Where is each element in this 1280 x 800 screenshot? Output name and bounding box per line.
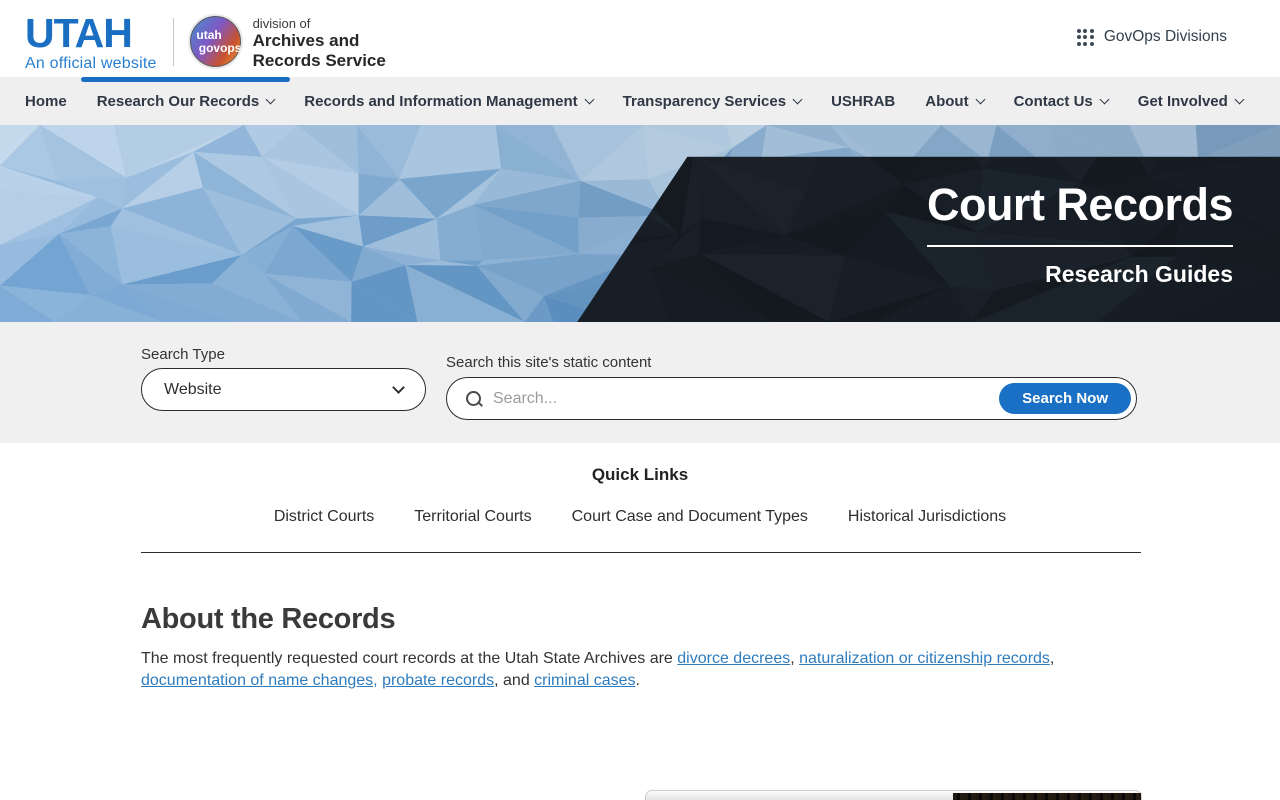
link-probate-records[interactable]: probate records [382, 672, 494, 689]
search-section: Search Type Website Search this site's s… [0, 322, 1280, 443]
nav-item-label: About [925, 93, 968, 110]
page: UTAH An official website utah govops div… [0, 0, 1280, 800]
division-wordmark: division of Archives and Records Service [253, 16, 386, 71]
division-name-line2: Records Service [253, 51, 386, 71]
hero-banner: Court Records Research Guides [0, 125, 1280, 322]
page-title: Court Records [927, 180, 1233, 230]
official-website-tagline: An official website [25, 55, 157, 73]
quick-link-territorial-courts[interactable]: Territorial Courts [414, 508, 531, 526]
link-criminal-cases[interactable]: criminal cases [534, 672, 635, 689]
below-fold-image-dark-region [953, 793, 1141, 800]
main-nav: Home Research Our Records Records and Info… [0, 77, 1280, 125]
chevron-down-icon [1099, 95, 1109, 105]
govops-badge-text-1: utah [196, 29, 221, 41]
link-divorce-decrees[interactable]: divorce decrees [677, 650, 790, 667]
quick-link-historical-jurisdictions[interactable]: Historical Jurisdictions [848, 508, 1006, 526]
about-paragraph: The most frequently requested court reco… [141, 648, 1123, 692]
chevron-down-icon [584, 95, 594, 105]
govops-badge-text-2: govops [199, 42, 242, 54]
utah-logo[interactable]: UTAH An official website [25, 14, 157, 73]
brand-block[interactable]: UTAH An official website utah govops div… [0, 4, 386, 73]
chevron-down-icon [1234, 95, 1244, 105]
nav-item-contact-us[interactable]: Contact Us [1014, 77, 1108, 125]
nav-item-about[interactable]: About [925, 77, 983, 125]
govops-divisions-label: GovOps Divisions [1104, 28, 1227, 46]
quick-links-title: Quick Links [0, 465, 1280, 485]
utah-logo-text: UTAH [25, 14, 157, 53]
quick-link-district-courts[interactable]: District Courts [274, 508, 374, 526]
nav-item-label: Records and Information Management [304, 93, 577, 110]
govops-divisions-button[interactable]: GovOps Divisions [1077, 28, 1227, 46]
search-input[interactable] [493, 390, 1018, 408]
chevron-down-icon [793, 95, 803, 105]
grid-dots-icon [1077, 29, 1094, 46]
nav-item-label: Transparency Services [623, 93, 786, 110]
nav-item-label: Get Involved [1138, 93, 1228, 110]
about-heading: About the Records [141, 603, 1125, 636]
search-now-button[interactable]: Search Now [999, 383, 1131, 414]
nav-item-get-involved[interactable]: Get Involved [1138, 77, 1243, 125]
utah-govops-logo: utah govops [188, 14, 243, 69]
chevron-down-icon [975, 95, 985, 105]
search-type-select[interactable]: Website [141, 368, 426, 411]
below-fold-image [645, 790, 1142, 800]
search-type-value: Website [164, 381, 222, 399]
nav-item-research-our-records[interactable]: Research Our Records [97, 77, 275, 125]
about-text-segment: , [1050, 650, 1054, 667]
page-subtitle: Research Guides [927, 261, 1233, 288]
nav-item-home[interactable]: Home [25, 77, 67, 125]
magnifier-icon [465, 390, 483, 408]
division-name-line1: Archives and [253, 31, 386, 51]
hero-divider [927, 245, 1233, 247]
about-section: About the Records The most frequently re… [0, 553, 1125, 692]
search-type-label: Search Type [141, 346, 225, 363]
header-divider [173, 18, 174, 66]
chevron-down-icon [266, 95, 276, 105]
link-naturalization-or-citizenship-records[interactable]: naturalization or citizenship records [799, 650, 1050, 667]
quick-link-court-case-and-document-types[interactable]: Court Case and Document Types [572, 508, 808, 526]
search-content-label: Search this site's static content [446, 354, 651, 371]
division-prefix: division of [253, 16, 386, 31]
quick-links-section: Quick Links District Courts Territorial C… [0, 443, 1280, 553]
about-text-segment: . [636, 672, 640, 689]
nav-item-label: USHRAB [831, 93, 895, 110]
chevron-down-icon [392, 381, 405, 394]
nav-item-label: Contact Us [1014, 93, 1093, 110]
quick-links-row: District Courts Territorial Courts Court C… [0, 508, 1280, 526]
hero-heading: Court Records Research Guides [927, 180, 1233, 288]
link-documentation-of-name-changes[interactable]: documentation of name changes, [141, 672, 378, 689]
search-box: Search Now [446, 377, 1137, 420]
site-header: UTAH An official website utah govops div… [0, 0, 1280, 77]
nav-item-records-and-information-management[interactable]: Records and Information Management [304, 77, 592, 125]
nav-item-ushrab[interactable]: USHRAB [831, 77, 895, 125]
nav-item-label: Home [25, 93, 67, 110]
about-text-segment: , and [494, 672, 534, 689]
nav-item-label: Research Our Records [97, 93, 260, 110]
about-text-segment: The most frequently requested court reco… [141, 650, 677, 667]
about-text-segment: , [790, 650, 799, 667]
nav-item-transparency-services[interactable]: Transparency Services [623, 77, 801, 125]
